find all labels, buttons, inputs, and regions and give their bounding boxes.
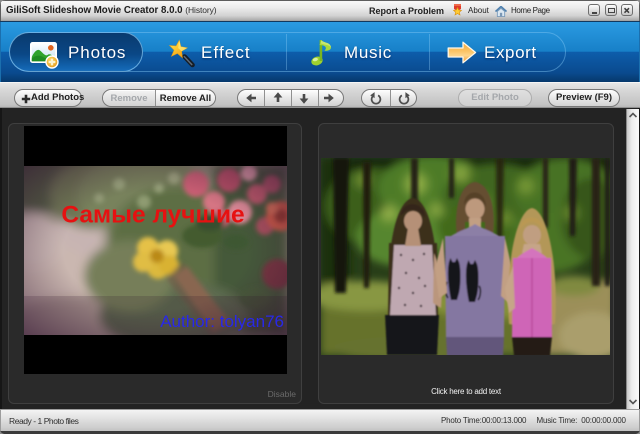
svg-text:Самые лучшие: Самые лучшие	[61, 202, 244, 229]
svg-text:Author: tolyan76: Author: tolyan76	[160, 312, 284, 331]
